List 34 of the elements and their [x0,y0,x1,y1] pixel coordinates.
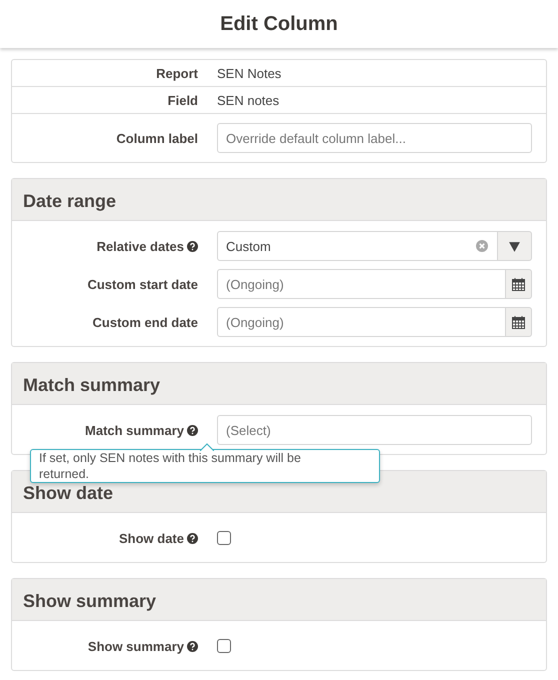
help-icon[interactable] [187,640,198,652]
field-label: Custom end date [92,314,198,330]
input-field[interactable]: (Select) [217,415,532,445]
section-heading: Match summary [23,375,160,396]
field-label: Report [156,66,198,80]
help-icon[interactable] [187,424,198,436]
field-label: Column label [116,130,198,146]
field-label: Match summary [85,422,184,438]
field-label: Show date [118,530,184,546]
calendar-button[interactable] [506,269,532,299]
field-label: Relative dates [96,238,184,254]
section-heading: Show date [23,483,114,504]
help-icon[interactable] [187,532,198,544]
section-heading: Show summary [23,591,156,612]
field-label: Show summary [88,638,184,654]
help-icon[interactable] [187,240,198,252]
tooltip-arrow [200,443,214,451]
field-value: SEN Notes [217,66,282,80]
calendar-icon [512,316,525,328]
checkbox[interactable] [217,639,231,653]
dialog-title: Edit Column [220,12,338,36]
field-label: Custom start date [87,276,198,292]
calendar-icon [512,278,525,290]
section-heading: Date range [23,191,116,212]
dropdown-button[interactable] [498,231,532,261]
field-value: SEN notes [217,92,280,108]
input-field[interactable]: Override default column label... [217,123,532,153]
checkbox[interactable] [217,531,231,545]
caret-icon [508,240,521,252]
date-field[interactable]: (Ongoing) [217,269,506,299]
dropdown-field[interactable]: Custom [217,231,498,261]
field-label: Field [168,92,198,108]
calendar-button[interactable] [506,307,532,337]
date-field[interactable]: (Ongoing) [217,307,506,337]
